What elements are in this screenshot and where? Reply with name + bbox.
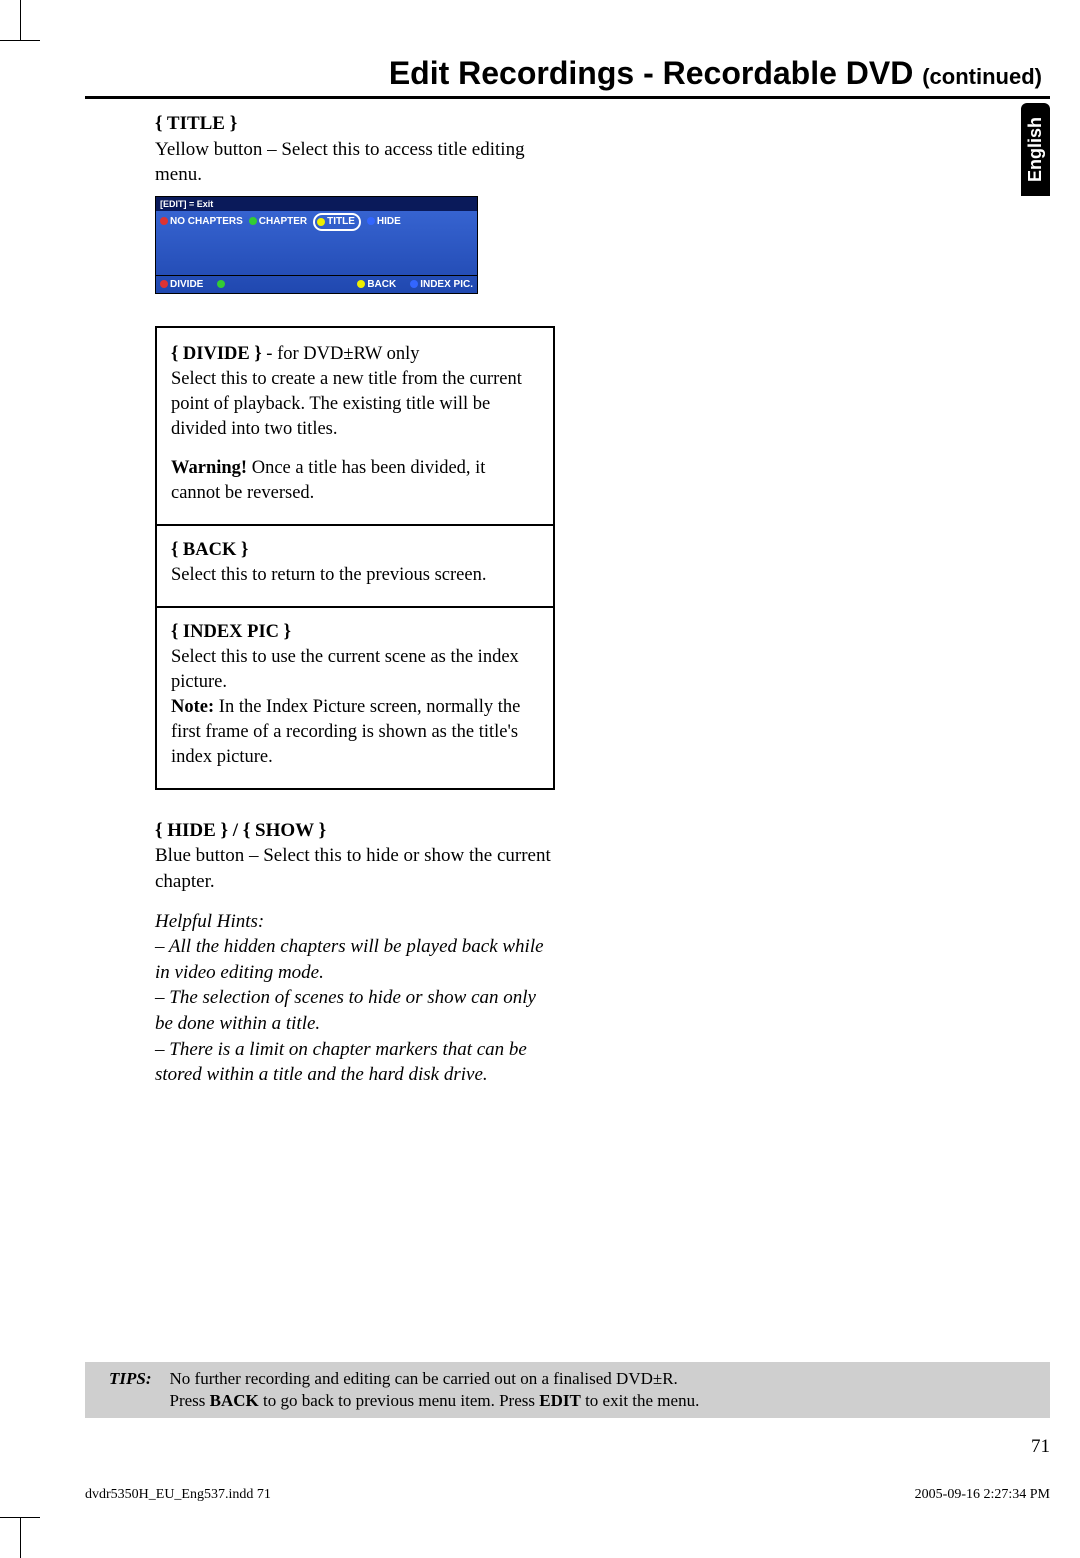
hide-show-section: { HIDE } / { SHOW } Blue button – Select… bbox=[155, 818, 555, 1088]
hint-1: – All the hidden chapters will be played… bbox=[155, 934, 555, 985]
yellow-dot-icon bbox=[357, 280, 365, 288]
osd-title-highlight: TITLE bbox=[313, 213, 361, 231]
osd-chapter: CHAPTER bbox=[249, 215, 307, 229]
tips-bar: TIPS: No further recording and editing c… bbox=[85, 1362, 1050, 1418]
osd-back: BACK bbox=[357, 278, 396, 292]
osd-top-text: [EDIT] = Exit bbox=[160, 198, 213, 210]
hide-show-desc: Blue button – Select this to hide or sho… bbox=[155, 843, 555, 894]
title-desc: Yellow button – Select this to access ti… bbox=[155, 137, 555, 188]
blue-dot-icon bbox=[367, 217, 375, 225]
hint-2: – The selection of scenes to hide or sho… bbox=[155, 985, 555, 1036]
divide-label: { DIVIDE } bbox=[171, 344, 262, 364]
info-box: { DIVIDE } - for DVD±RW only Select this… bbox=[155, 326, 555, 790]
back-label: { BACK } bbox=[171, 538, 539, 563]
page-number: 71 bbox=[1031, 1436, 1050, 1458]
footer-timestamp: 2005-09-16 2:27:34 PM bbox=[915, 1487, 1050, 1503]
red-dot-icon bbox=[160, 217, 168, 225]
index-label: { INDEX PIC } bbox=[171, 620, 539, 645]
note-label: Note: bbox=[171, 697, 214, 717]
green-dot-icon bbox=[249, 217, 257, 225]
divide-suffix: - for DVD±RW only bbox=[262, 344, 420, 364]
yellow-dot-icon bbox=[317, 218, 325, 226]
green-dot-icon bbox=[217, 280, 225, 288]
osd-indexpic: INDEX PIC. bbox=[410, 278, 473, 292]
divide-cell: { DIVIDE } - for DVD±RW only Select this… bbox=[157, 330, 553, 526]
back-desc: Select this to return to the previous sc… bbox=[171, 563, 539, 588]
language-tab: English bbox=[1021, 103, 1050, 196]
hints-title: Helpful Hints: bbox=[155, 909, 555, 935]
osd-hide: HIDE bbox=[367, 215, 401, 229]
title-label: { TITLE } bbox=[155, 111, 555, 137]
note-text: In the Index Picture screen, normally th… bbox=[171, 697, 520, 767]
tips-text: No further recording and editing can be … bbox=[170, 1368, 700, 1412]
hide-show-label: { HIDE } / { SHOW } bbox=[155, 818, 555, 844]
divide-desc: Select this to create a new title from t… bbox=[171, 367, 539, 442]
hint-3: – There is a limit on chapter markers th… bbox=[155, 1037, 555, 1088]
index-desc: Select this to use the current scene as … bbox=[171, 645, 539, 695]
warning-label: Warning! bbox=[171, 458, 247, 478]
page-heading: Edit Recordings - Recordable DVD (contin… bbox=[85, 55, 1050, 99]
heading-continued: (continued) bbox=[922, 64, 1042, 89]
tips-label: TIPS: bbox=[109, 1368, 152, 1412]
red-dot-icon bbox=[160, 280, 168, 288]
osd-screenshot: [EDIT] = Exit NO CHAPTERS CHAPTER TITLE … bbox=[155, 196, 478, 294]
index-cell: { INDEX PIC } Select this to use the cur… bbox=[157, 608, 553, 788]
footer-filename: dvdr5350H_EU_Eng537.indd 71 bbox=[85, 1487, 271, 1503]
heading-main: Edit Recordings - Recordable DVD bbox=[389, 55, 914, 91]
blue-dot-icon bbox=[410, 280, 418, 288]
osd-no-chapters: NO CHAPTERS bbox=[160, 215, 243, 229]
back-cell: { BACK } Select this to return to the pr… bbox=[157, 526, 553, 608]
osd-divide: DIVIDE bbox=[160, 278, 203, 292]
